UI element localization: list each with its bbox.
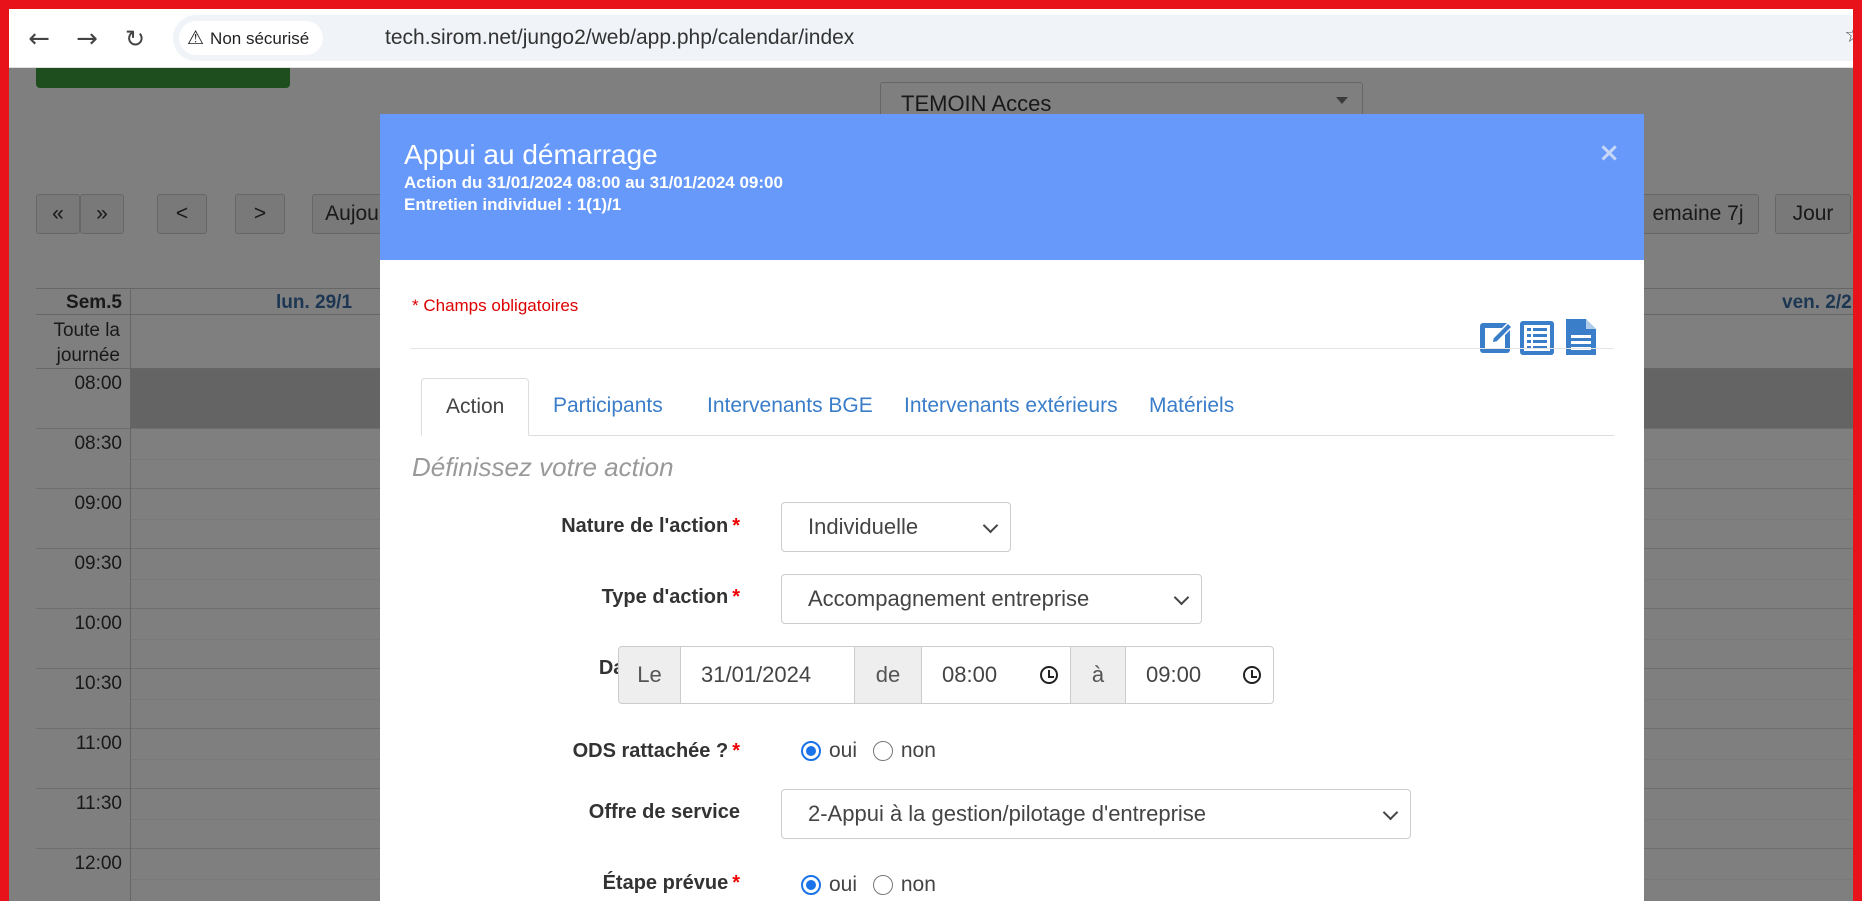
- tab-intervenants-exterieurs[interactable]: Intervenants extérieurs: [880, 378, 1142, 436]
- etape-radio-group: oui non: [801, 872, 946, 898]
- type-select[interactable]: Accompagnement entreprise: [781, 574, 1202, 624]
- edit-icon[interactable]: [1478, 317, 1516, 357]
- end-time-input[interactable]: 09:00: [1125, 646, 1274, 704]
- nature-select-value: Individuelle: [808, 514, 919, 539]
- ods-label: ODS rattachée ? *: [440, 740, 740, 763]
- to-addon: à: [1070, 646, 1126, 704]
- ods-no-label[interactable]: non: [901, 739, 936, 762]
- offre-label: Offre de service: [588, 801, 740, 823]
- date-label: Date*: [380, 657, 654, 680]
- ods-yes-radio[interactable]: [801, 741, 821, 761]
- nature-label-text: Nature de l'action: [561, 515, 729, 537]
- back-arrow-icon[interactable]: ←: [19, 19, 59, 59]
- url-text[interactable]: tech.sirom.net/jungo2/web/app.php/calend…: [385, 21, 854, 55]
- tab-intervenants-bge[interactable]: Intervenants BGE: [683, 378, 897, 436]
- chevron-down-icon: [1382, 804, 1399, 821]
- required-mark: *: [732, 872, 740, 894]
- clock-icon[interactable]: [1040, 666, 1058, 684]
- etape-yes-radio[interactable]: [801, 875, 821, 895]
- required-mark: *: [732, 586, 740, 608]
- required-mark: *: [732, 515, 740, 537]
- start-time-value: 08:00: [942, 662, 998, 687]
- divider: [410, 348, 1614, 349]
- chevron-down-icon: [1173, 589, 1190, 606]
- etape-label-text: Étape prévue: [602, 872, 729, 894]
- etape-no-label[interactable]: non: [901, 873, 936, 896]
- date-prefix: Le: [618, 646, 681, 704]
- security-badge[interactable]: ⚠ Non sécurisé: [179, 21, 324, 55]
- tab-participants[interactable]: Participants: [529, 378, 687, 436]
- type-label-text: Type d'action: [601, 586, 729, 608]
- modal-title: Appui au démarrage: [404, 139, 658, 170]
- start-time-input[interactable]: 08:00: [921, 646, 1071, 704]
- clock-icon[interactable]: [1243, 666, 1261, 684]
- action-modal: Appui au démarrage Action du 31/01/2024 …: [380, 114, 1644, 901]
- ods-no-radio[interactable]: [872, 741, 893, 761]
- chevron-down-icon: [982, 517, 999, 534]
- modal-subtitle-count: Entretien individuel : 1(1)/1: [404, 195, 622, 214]
- from-addon: de: [854, 646, 922, 704]
- list-icon[interactable]: [1518, 317, 1556, 357]
- ods-label-text: ODS rattachée ?: [572, 740, 729, 762]
- date-input[interactable]: 31/01/2024: [680, 646, 855, 704]
- document-icon[interactable]: [1562, 317, 1600, 357]
- close-icon[interactable]: ×: [1598, 138, 1620, 168]
- warning-icon: ⚠: [187, 27, 205, 49]
- tab-materiels[interactable]: Matériels: [1125, 378, 1258, 436]
- modal-tabs: Action Participants Intervenants BGE Int…: [421, 378, 1614, 436]
- security-label: Non sécurisé: [210, 29, 310, 48]
- offre-select-value: 2-Appui à la gestion/pilotage d'entrepri…: [808, 801, 1207, 826]
- type-select-value: Accompagnement entreprise: [808, 586, 1090, 611]
- offre-select[interactable]: 2-Appui à la gestion/pilotage d'entrepri…: [781, 789, 1411, 839]
- required-fields-note: * Champs obligatoires: [412, 296, 579, 315]
- etape-label: Étape prévue *: [440, 872, 740, 895]
- required-mark: *: [732, 740, 740, 762]
- reload-icon[interactable]: ↻: [115, 19, 155, 59]
- ods-radio-group: oui non: [801, 738, 946, 764]
- etape-no-radio[interactable]: [872, 875, 893, 895]
- tab-action[interactable]: Action: [421, 378, 530, 436]
- section-legend: Définissez votre action: [412, 452, 674, 482]
- etape-yes-label[interactable]: oui: [829, 873, 857, 896]
- end-time-value: 09:00: [1146, 662, 1202, 687]
- nature-label: Nature de l'action *: [440, 515, 740, 538]
- bookmark-star-icon[interactable]: ☆: [1844, 23, 1862, 48]
- forward-arrow-icon[interactable]: →: [67, 19, 107, 59]
- nature-select[interactable]: Individuelle: [781, 502, 1011, 552]
- type-label: Type d'action *: [440, 586, 740, 609]
- ods-yes-label[interactable]: oui: [829, 739, 857, 762]
- browser-toolbar: ← → ↻ ⚠ Non sécurisé tech.sirom.net/jungo…: [9, 9, 1862, 68]
- modal-header: Appui au démarrage Action du 31/01/2024 …: [380, 114, 1644, 260]
